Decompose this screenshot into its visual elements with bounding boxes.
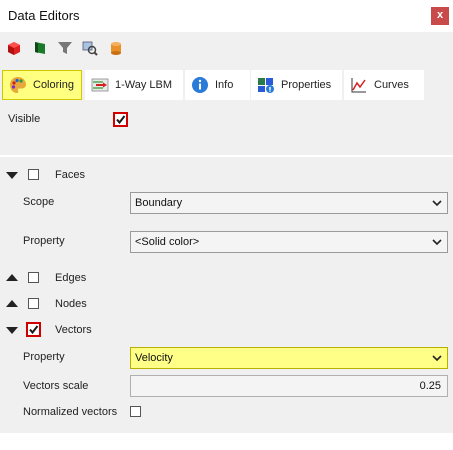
normalized-vectors-checkbox[interactable] — [130, 406, 141, 417]
search-data-icon[interactable] — [82, 40, 98, 56]
palette-icon — [10, 77, 26, 93]
tab-label: Properties — [281, 79, 332, 91]
info-icon — [192, 77, 208, 93]
nodes-expand-toggle[interactable] — [6, 300, 18, 307]
vectors-collapse-toggle[interactable] — [6, 327, 18, 334]
input-value: 0.25 — [419, 380, 441, 392]
title-bar: Data Editors x — [0, 0, 453, 32]
edges-expand-toggle[interactable] — [6, 274, 18, 281]
tab-info[interactable]: Info — [185, 70, 250, 100]
window-title: Data Editors — [8, 8, 80, 23]
vectors-scale-input[interactable]: 0.25 — [130, 375, 448, 397]
tab-properties[interactable]: Properties — [251, 70, 342, 100]
faces-scope-select[interactable]: Boundary — [130, 192, 448, 214]
chevron-down-icon — [432, 200, 442, 207]
visible-label: Visible — [8, 113, 41, 125]
nodes-label: Nodes — [55, 298, 87, 310]
funnel-icon[interactable] — [57, 40, 73, 56]
faces-property-select[interactable]: <Solid color> — [130, 231, 448, 253]
normalized-vectors-label: Normalized vectors — [23, 406, 118, 418]
tab-curves[interactable]: Curves — [344, 70, 424, 100]
edges-label: Edges — [55, 272, 87, 284]
red-cube-icon[interactable] — [6, 40, 22, 56]
toolbar — [0, 32, 453, 66]
tab-label: Coloring — [33, 79, 74, 91]
chevron-down-icon — [432, 355, 442, 362]
faces-collapse-toggle[interactable] — [6, 172, 18, 179]
edges-checkbox[interactable] — [28, 272, 39, 283]
divider — [0, 155, 453, 157]
vectors-property-select[interactable]: Velocity — [130, 347, 448, 369]
tab-coloring[interactable]: Coloring — [2, 70, 82, 100]
faces-property-label: Property — [23, 235, 65, 247]
tab-1-way-lbm[interactable]: 1-Way LBM — [85, 70, 183, 100]
close-button[interactable]: x — [431, 7, 449, 25]
cylinder-icon[interactable] — [108, 40, 124, 56]
lbm-icon — [91, 78, 109, 92]
nodes-checkbox[interactable] — [28, 298, 39, 309]
curves-icon — [351, 78, 366, 93]
vectors-property-label: Property — [23, 351, 65, 363]
select-value: <Solid color> — [135, 236, 200, 248]
faces-label: Faces — [55, 169, 85, 181]
tab-bar: Coloring 1-Way LBM Info Properties Curve… — [0, 66, 453, 100]
chevron-down-icon — [432, 239, 442, 246]
tab-label: 1-Way LBM — [115, 79, 173, 91]
vectors-scale-label: Vectors scale — [23, 380, 89, 392]
visible-checkbox[interactable] — [113, 112, 128, 127]
window-footer — [0, 433, 453, 450]
faces-scope-label: Scope — [23, 196, 55, 208]
green-flag-icon[interactable] — [32, 40, 48, 56]
vectors-checkbox[interactable] — [26, 322, 41, 337]
select-value: Boundary — [135, 197, 183, 209]
faces-checkbox[interactable] — [28, 169, 39, 180]
tab-label: Curves — [374, 79, 409, 91]
tab-label: Info — [215, 79, 234, 91]
vectors-label: Vectors — [55, 324, 92, 336]
select-value: Velocity — [135, 352, 173, 364]
properties-icon — [258, 78, 274, 93]
